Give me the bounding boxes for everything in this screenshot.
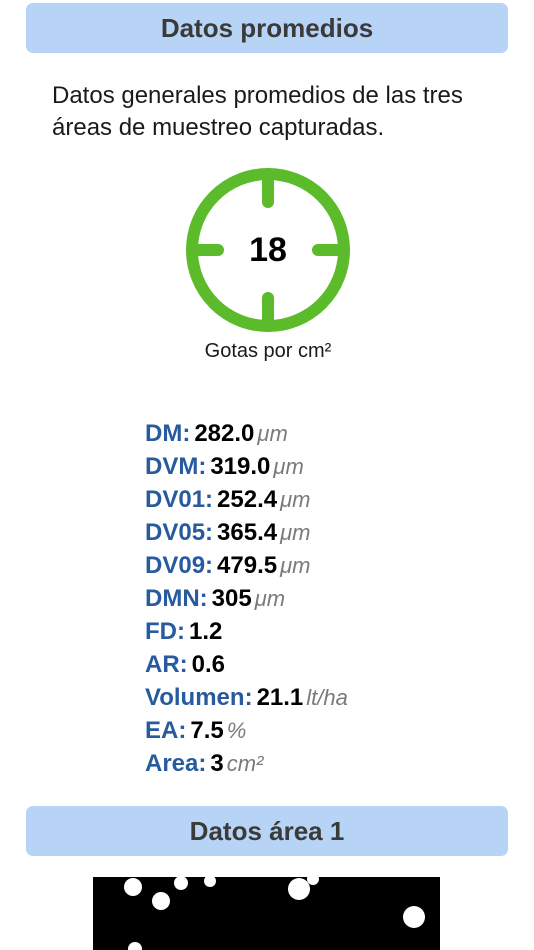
droplet-sample-image (93, 877, 440, 950)
stat-value: 365.4 (217, 519, 278, 546)
stat-label: DV01: (145, 486, 214, 513)
stat-value: 21.1 (256, 684, 304, 711)
sample-area-image (93, 877, 440, 950)
stat-label: DM: (145, 420, 191, 447)
stat-row-area: Area: 3 cm² (145, 750, 348, 783)
stat-value: 305 (211, 585, 252, 612)
stat-value: 282.0 (194, 420, 255, 447)
stat-value: 319.0 (210, 453, 271, 480)
stat-unit: μm (280, 487, 311, 512)
stat-label: DMN: (145, 585, 208, 612)
stat-label: Volumen: (145, 684, 253, 711)
section-title: Datos área 1 (189, 815, 345, 846)
stat-row-dv01: DV01: 252.4 μm (145, 486, 348, 519)
stat-row-fd: FD: 1.2 (145, 618, 348, 651)
stat-value: 0.6 (191, 651, 226, 678)
stats-list: DM: 282.0 μm DVM: 319.0 μm DV01: 252.4 μ… (145, 420, 348, 783)
section-title: Datos promedios (160, 12, 374, 43)
stat-label: DVM: (145, 453, 207, 480)
stat-value: 479.5 (217, 552, 278, 579)
stat-value: 3 (210, 750, 224, 777)
stat-row-dv09: DV09: 479.5 μm (145, 552, 348, 585)
stat-unit: μm (273, 454, 304, 479)
stat-row-dv05: DV05: 365.4 μm (145, 519, 348, 552)
stat-row-ar: AR: 0.6 (145, 651, 348, 684)
stat-unit: lt/ha (306, 685, 348, 710)
stat-label: DV09: (145, 552, 214, 579)
stat-row-dvm: DVM: 319.0 μm (145, 453, 348, 486)
stat-unit: μm (280, 553, 311, 578)
intro-text: Datos generales promedios de las tres ár… (52, 82, 463, 141)
section-header-datos-area-1: Datos área 1 (26, 806, 508, 856)
stat-unit: cm² (226, 751, 264, 776)
stat-row-volumen: Volumen: 21.1 lt/ha (145, 684, 348, 717)
stat-row-dm: DM: 282.0 μm (145, 420, 348, 453)
section-header-datos-promedios: Datos promedios (26, 3, 508, 53)
stat-unit: % (226, 718, 247, 743)
gauge-value: 18 (184, 166, 352, 334)
drops-count: 18 (249, 230, 287, 269)
stat-unit: μm (280, 520, 311, 545)
stat-unit: μm (257, 421, 288, 446)
stat-label: AR: (145, 651, 188, 678)
stat-label: FD: (145, 618, 185, 645)
stat-value: 252.4 (217, 486, 278, 513)
stat-row-dmn: DMN: 305 μm (145, 585, 348, 618)
stat-unit: μm (254, 586, 286, 611)
stat-label: EA: (145, 717, 187, 744)
stat-label: DV05: (145, 519, 214, 546)
gauge-caption: Gotas por cm² (204, 340, 332, 362)
stat-value: 7.5 (190, 717, 224, 744)
stat-row-ea: EA: 7.5 % (145, 717, 348, 750)
stat-value: 1.2 (188, 618, 223, 645)
stat-label: Area: (145, 750, 207, 777)
